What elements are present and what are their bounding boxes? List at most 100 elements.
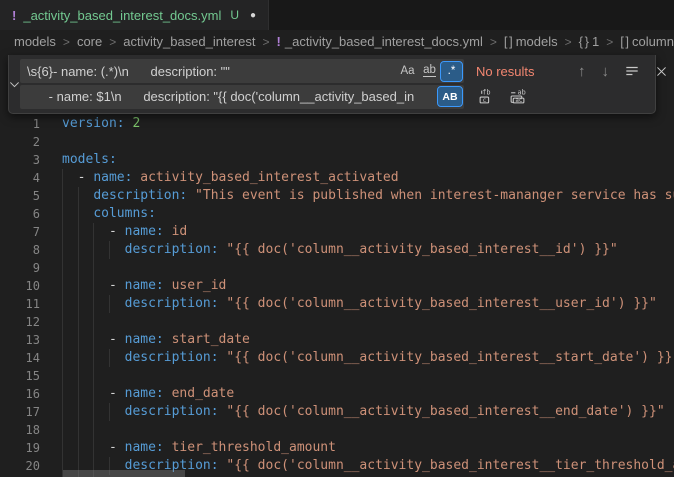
line-content: - name: user_id [62,277,226,295]
find-input[interactable]: \s{6}- name: (.*)\n description: "" Aa a… [20,59,464,83]
indent-guide [78,187,79,477]
line-number: 14 [0,349,40,367]
indent-guide [93,223,94,477]
replace-input[interactable]: - name: $1\n description: "{{ doc('colum… [20,85,464,109]
tab-bar: ! _activity_based_interest_docs.yml U ● [0,0,674,30]
code-line[interactable]: 13 - name: start_date [0,331,674,349]
horizontal-scrollbar-thumb[interactable] [63,470,185,477]
git-untracked-badge: U [230,8,239,22]
line-content: - name: start_date [62,331,250,349]
chevron-right-icon: > [263,35,270,49]
unsaved-dot-icon[interactable]: ● [250,10,256,21]
line-content: version: 2 [62,115,140,133]
svg-text:fb: fb [482,89,490,97]
code-line[interactable]: 5 description: "This event is published … [0,187,674,205]
line-number: 8 [0,241,40,259]
indent-guide [109,349,110,367]
replace-all-icon[interactable]: ab ac [509,88,526,105]
breadcrumb-item[interactable]: core [77,34,102,49]
preserve-case-button[interactable]: AB [438,87,462,106]
line-number: 15 [0,367,40,385]
code-line[interactable]: 12 [0,313,674,331]
yaml-file-icon: ! [12,8,16,23]
breadcrumb-label: core [77,34,102,49]
line-number: 12 [0,313,40,331]
replace-value-text: - name: $1\n description: "{{ doc('colum… [27,89,437,104]
code-line[interactable]: 6 columns: [0,205,674,223]
line-number: 13 [0,331,40,349]
tab-active-file[interactable]: ! _activity_based_interest_docs.yml U ● [0,0,269,30]
code-line[interactable]: 9 [0,259,674,277]
code-line[interactable]: 17 description: "{{ doc('column__activit… [0,403,674,421]
code-line[interactable]: 7 - name: id [0,223,674,241]
yaml-file-icon: ! [277,34,281,49]
find-in-selection-icon[interactable] [625,64,639,78]
line-number: 18 [0,421,40,439]
line-number: 1 [0,115,40,133]
line-number: 17 [0,403,40,421]
match-case-button[interactable]: Aa [397,62,418,81]
previous-match-button[interactable]: ↑ [578,64,586,79]
breadcrumb-label: models [516,34,558,49]
breadcrumb-label: 1 [592,34,599,49]
line-content: description: "{{ doc('column__activity_b… [62,241,618,259]
code-lines: 1 version: 2 23models:4 - name: activity_b… [0,115,674,477]
svg-text:ac: ac [515,99,523,105]
line-number: 2 [0,133,40,151]
line-content: description: "{{ doc('column__activity_b… [62,403,665,421]
indent-guide [109,295,110,313]
line-number: 4 [0,169,40,187]
toggle-replace-chevron-icon[interactable] [9,55,20,113]
svg-text:ab: ab [518,89,526,97]
editor-pane[interactable]: 1 version: 2 23models:4 - name: activity_b… [0,53,674,477]
code-line[interactable]: 2 [0,133,674,151]
breadcrumb-item[interactable]: models [14,34,56,49]
breadcrumb-item[interactable]: [ ]columns [620,34,674,49]
line-number: 9 [0,259,40,277]
symbol-icon: [ ] [620,34,628,49]
code-line[interactable]: 15 [0,367,674,385]
code-line[interactable]: 4 - name: activity_based_interest_activa… [0,169,674,187]
line-number: 10 [0,277,40,295]
breadcrumb-label: activity_based_interest [123,34,255,49]
breadcrumb-item[interactable]: [ ] models [504,34,558,49]
code-line[interactable]: 14 description: "{{ doc('column__activit… [0,349,674,367]
code-line[interactable]: 19 - name: tier_threshold_amount [0,439,674,457]
chevron-right-icon: > [63,35,70,49]
code-line[interactable]: 3models: [0,151,674,169]
chevron-right-icon: > [490,35,497,49]
code-line[interactable]: 1 version: 2 [0,115,674,133]
breadcrumb-item[interactable]: ! _activity_based_interest_docs.yml [277,34,483,49]
whole-word-button[interactable]: ab [419,62,440,81]
breadcrumb-label: _activity_based_interest_docs.yml [285,34,483,49]
close-icon[interactable] [655,65,668,78]
breadcrumb-item[interactable]: activity_based_interest [123,34,255,49]
symbol-icon: [ ] [504,34,512,49]
line-content: - name: id [62,223,187,241]
chevron-right-icon: > [606,35,613,49]
line-number: 6 [0,205,40,223]
line-number: 20 [0,457,40,475]
line-content: - name: tier_threshold_amount [62,439,336,457]
replace-row: - name: $1\n description: "{{ doc('colum… [20,84,668,109]
replace-one-icon[interactable]: fb c [478,88,495,105]
tab-filename: _activity_based_interest_docs.yml [23,8,221,23]
next-match-button[interactable]: ↓ [602,64,610,79]
symbol-icon: { } [579,34,588,49]
line-number: 11 [0,295,40,313]
line-content: description: "{{ doc('column__activity_b… [62,349,674,367]
breadcrumb-item[interactable]: { } 1 [579,34,600,49]
breadcrumb: models > core > activity_based_interest >! _ac… [0,30,674,53]
code-line[interactable]: 8 description: "{{ doc('column__activity… [0,241,674,259]
code-line[interactable]: 16 - name: end_date [0,385,674,403]
breadcrumb-label: models [14,34,56,49]
line-content: columns: [62,205,156,223]
regex-button[interactable]: .* [441,62,462,81]
line-number: 16 [0,385,40,403]
code-line[interactable]: 18 [0,421,674,439]
code-line[interactable]: 11 description: "{{ doc('column__activit… [0,295,674,313]
indent-guide [62,169,63,477]
code-line[interactable]: 10 - name: user_id [0,277,674,295]
line-number: 3 [0,151,40,169]
line-content: description: "{{ doc('column__activity_b… [62,295,657,313]
